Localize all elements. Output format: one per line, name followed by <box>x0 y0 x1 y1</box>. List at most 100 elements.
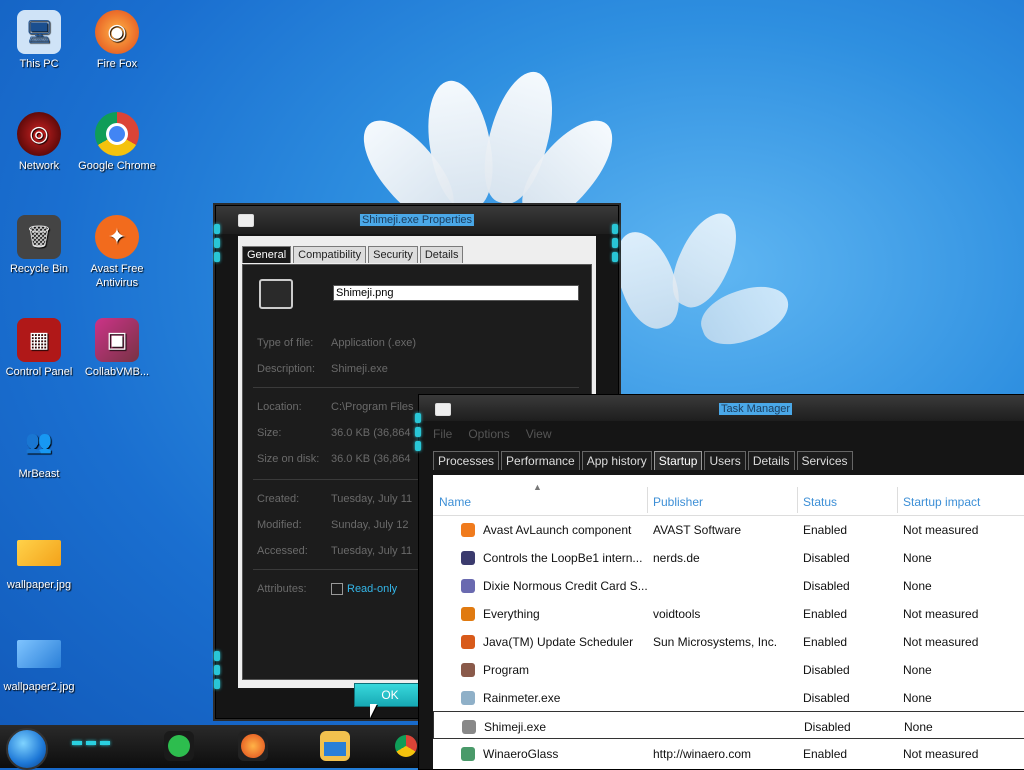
desktop-icon-label: wallpaper2.jpg <box>3 681 75 693</box>
prop-value: C:\Program Files <box>331 401 414 413</box>
column-startup-impact[interactable]: Startup impact <box>903 495 980 509</box>
table-row[interactable]: Everything voidtools Enabled Not measured <box>433 599 1024 627</box>
task-manager-titlebar[interactable]: Task Manager <box>419 395 1024 421</box>
cell-impact: None <box>903 691 932 705</box>
prop-value: Tuesday, July 11 <box>331 545 413 557</box>
taskbar-led-decoration <box>72 741 110 745</box>
prop-accessed-row: Accessed: Tuesday, July 11 <box>257 545 412 557</box>
table-row[interactable]: Java(TM) Update Scheduler Sun Microsystem… <box>433 627 1024 655</box>
properties-titlebar[interactable]: Shimeji.exe Properties <box>216 206 618 234</box>
start-button[interactable] <box>6 728 48 770</box>
tab-details[interactable]: Details <box>747 451 795 470</box>
desktop-icon-control-panel[interactable]: ▦ Control Panel <box>0 318 78 379</box>
cell-name: Shimeji.exe <box>484 720 547 734</box>
prop-created-row: Created: Tuesday, July 11 <box>257 493 412 505</box>
prop-label: Size: <box>257 427 282 439</box>
prop-label: Location: <box>257 401 302 413</box>
cell-impact: None <box>903 579 932 593</box>
avast-icon: ✦ <box>95 215 139 259</box>
startup-app-icon <box>461 523 475 537</box>
menu-view[interactable]: View <box>526 427 552 441</box>
tab-app-history[interactable]: App history <box>581 451 652 470</box>
cell-status: Disabled <box>803 551 850 565</box>
tab-general[interactable]: General <box>242 246 292 263</box>
window-led-decoration <box>415 413 423 451</box>
prop-modified-row: Modified: Sunday, July 12 <box>257 519 408 531</box>
image-file-icon <box>17 640 61 668</box>
desktop-icon-label: Google Chrome <box>78 160 156 172</box>
desktop-icon-label: CollabVMB... <box>84 366 150 378</box>
cell-status: Enabled <box>803 607 848 621</box>
desktop-icon-firefox[interactable]: ◉ Fire Fox <box>78 10 156 71</box>
firefox-icon[interactable] <box>238 731 268 761</box>
desktop-icon-network[interactable]: ◎ Network <box>0 112 78 173</box>
column-divider[interactable] <box>647 487 648 513</box>
cell-status: Disabled <box>803 663 850 677</box>
cell-status: Disabled <box>804 720 851 734</box>
desktop-icon-label: This PC <box>19 58 59 70</box>
cell-name: Java(TM) Update Scheduler <box>483 635 634 649</box>
tab-compatibility[interactable]: Compatibility <box>293 246 367 263</box>
cell-impact: None <box>903 551 932 565</box>
cell-impact: Not measured <box>903 635 979 649</box>
tab-performance[interactable]: Performance <box>501 451 580 470</box>
shimeji-file-icon <box>259 279 293 309</box>
desktop-icon-avast[interactable]: ✦ Avast Free Antivirus <box>78 215 156 290</box>
cell-impact: None <box>903 663 932 677</box>
menu-options[interactable]: Options <box>468 427 509 441</box>
column-name[interactable]: Name <box>439 495 471 509</box>
desktop-icon-wallpaper2[interactable]: wallpaper2.jpg <box>0 640 78 694</box>
table-row[interactable]: WinaeroGlass http://winaero.com Enabled Not… <box>433 739 1024 767</box>
startup-app-icon <box>461 607 475 621</box>
desktop-icon-chrome[interactable]: Google Chrome <box>78 112 156 173</box>
desktop-icon-label: MrBeast <box>18 468 60 480</box>
notes-app-icon[interactable] <box>164 731 194 761</box>
readonly-checkbox[interactable]: Read-only <box>331 583 397 595</box>
column-status[interactable]: Status <box>803 495 837 509</box>
cell-name: Rainmeter.exe <box>483 691 561 705</box>
cell-publisher: http://winaero.com <box>653 747 752 761</box>
task-manager-window[interactable]: Task Manager File Options View Processes… <box>415 394 1024 770</box>
desktop-icon-recycle-bin[interactable]: 🗑 Recycle Bin <box>0 215 78 276</box>
window-led-decoration <box>612 224 620 262</box>
prop-size-row: Size: 36.0 KB (36,864 <box>257 427 411 439</box>
tab-processes[interactable]: Processes <box>433 451 500 470</box>
prop-label: Created: <box>257 493 300 505</box>
prop-value: Shimeji.exe <box>331 363 388 375</box>
cell-impact: None <box>904 720 933 734</box>
control-panel-icon: ▦ <box>17 318 61 362</box>
table-row[interactable]: Avast AvLaunch component AVAST Software En… <box>433 515 1024 543</box>
table-row[interactable]: Shimeji.exe Disabled None <box>433 711 1024 739</box>
table-row[interactable]: Controls the LoopBe1 intern... nerds.de Di… <box>433 543 1024 571</box>
desktop-icon-collabvm[interactable]: ▣ CollabVMB... <box>78 318 156 379</box>
table-row[interactable]: Dixie Normous Credit Card S... Disabled No… <box>433 571 1024 599</box>
window-led-decoration <box>214 224 222 262</box>
tab-details[interactable]: Details <box>419 246 464 263</box>
filename-field[interactable]: Shimeji.png <box>333 285 579 301</box>
taskbar <box>0 725 418 770</box>
prop-label: Description: <box>257 363 316 375</box>
table-row[interactable]: Rainmeter.exe Disabled None <box>433 683 1024 711</box>
tab-startup[interactable]: Startup <box>653 451 703 470</box>
desktop-icon-wallpaper[interactable]: wallpaper.jpg <box>0 540 78 592</box>
ok-button[interactable]: OK <box>354 683 426 707</box>
desktop-icon-this-pc[interactable]: 🖥 This PC <box>0 10 78 71</box>
menu-file[interactable]: File <box>433 427 452 441</box>
column-divider[interactable] <box>897 487 898 513</box>
chrome-icon[interactable] <box>394 731 418 761</box>
desktop-icon-mrbeast[interactable]: 👥 MrBeast <box>0 420 78 481</box>
prop-value: Sunday, July 12 <box>331 519 409 531</box>
column-publisher[interactable]: Publisher <box>653 495 703 509</box>
computer-icon: 🖥 <box>17 10 61 54</box>
cell-name: Program <box>483 663 530 677</box>
task-manager-tabs: Processes Performance App history Startu… <box>433 451 853 470</box>
menu-bar: File Options View <box>433 427 552 441</box>
file-explorer-icon[interactable] <box>320 731 350 761</box>
cell-status: Disabled <box>803 579 850 593</box>
table-row[interactable]: Program Disabled None <box>433 655 1024 683</box>
tab-security[interactable]: Security <box>368 246 418 263</box>
column-divider[interactable] <box>797 487 798 513</box>
tab-services[interactable]: Services <box>796 451 853 470</box>
prop-value: Tuesday, July 11 <box>331 493 413 505</box>
tab-users[interactable]: Users <box>704 451 746 470</box>
